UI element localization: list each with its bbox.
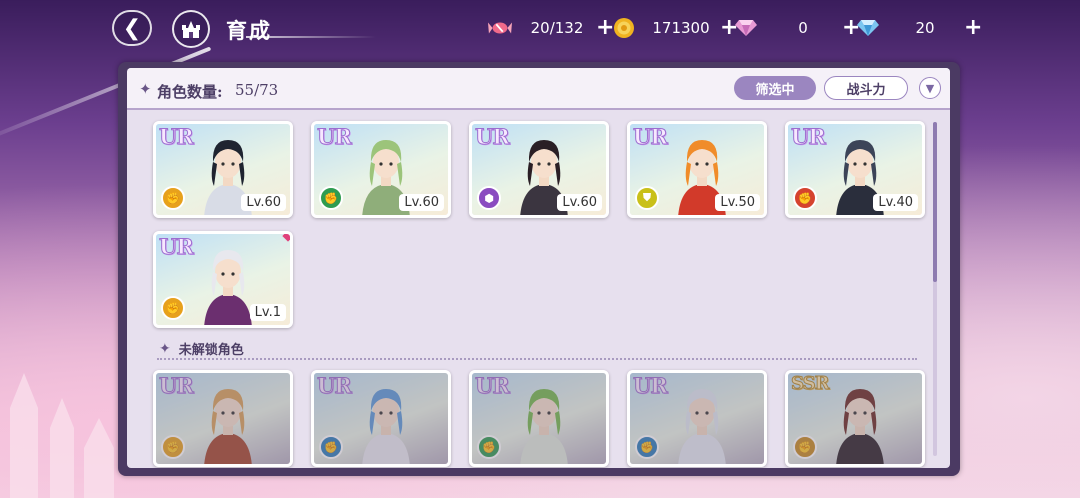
title-underline-decoration: [246, 36, 376, 38]
fist-role-icon: ✊: [319, 186, 343, 210]
level-badge: Lv.60: [399, 194, 444, 211]
filter-button[interactable]: 筛选中: [734, 76, 816, 100]
sparkle-icon: ✦: [139, 80, 152, 98]
locked-overlay: [630, 373, 764, 464]
rarity-badge: UR: [475, 124, 511, 150]
character-card[interactable]: UR ⛊ Lv.50: [627, 121, 767, 218]
gold-counter: 171300 +: [612, 16, 738, 40]
pink-diamond-icon: [734, 17, 758, 39]
level-badge: Lv.1: [249, 304, 286, 321]
locked-overlay: [156, 373, 290, 464]
dotted-divider: [157, 358, 917, 360]
character-count-label: 角色数量:: [157, 83, 223, 101]
castle-icon: [182, 21, 200, 38]
panel-header: ✦ 角色数量: 55/73 筛选中 战斗力 ▼: [127, 68, 950, 110]
back-arrow-icon: ❮: [122, 15, 142, 41]
level-badge: Lv.40: [873, 194, 918, 211]
gold-coin-icon: [612, 17, 636, 39]
locked-section-header: ✦ 未解锁角色: [159, 339, 244, 359]
home-button[interactable]: [172, 10, 210, 48]
locked-section-title: 未解锁角色: [178, 343, 244, 358]
character-count-value: 55/73: [235, 81, 279, 99]
locked-overlay: [314, 373, 448, 464]
locked-character-card[interactable]: UR ✊: [469, 370, 609, 467]
rarity-badge: UR: [159, 124, 195, 150]
sparkle-icon: ✦: [159, 340, 171, 357]
locked-character-card[interactable]: UR ✊: [627, 370, 767, 467]
stamina-value: 20/132: [530, 19, 584, 37]
character-card[interactable]: UR ⬢ Lv.60: [469, 121, 609, 218]
level-badge: Lv.50: [715, 194, 760, 211]
fist-role-icon: ✊: [793, 186, 817, 210]
top-bar: ❮ 育成 20/132 + 171300 + 0 + 20 +: [0, 0, 1080, 58]
gold-value: 171300: [652, 19, 710, 37]
blue-diamond-value: 20: [915, 19, 935, 37]
locked-character-card[interactable]: SSR ✊: [785, 370, 925, 467]
fist-role-icon: ✊: [161, 296, 185, 320]
character-card[interactable]: UR ✊ Lv.60: [311, 121, 451, 218]
character-card[interactable]: UR ✊ Lv.1: [153, 231, 293, 328]
rarity-badge: UR: [791, 124, 827, 150]
locked-character-card[interactable]: UR ✊: [153, 370, 293, 467]
pink-diamond-value: 0: [798, 19, 808, 37]
rarity-badge: UR: [633, 124, 669, 150]
stamina-counter: 20/132 +: [488, 16, 614, 40]
chevron-down-icon: ▼: [925, 81, 935, 95]
character-card[interactable]: UR ✊ Lv.40: [785, 121, 925, 218]
boot-role-icon: ⬢: [477, 186, 501, 210]
locked-overlay: [472, 373, 606, 464]
sort-order-button[interactable]: ▼: [919, 77, 941, 99]
candy-icon: [488, 17, 512, 39]
rarity-badge: UR: [317, 124, 353, 150]
locked-character-card[interactable]: UR ✊: [311, 370, 451, 467]
back-button[interactable]: ❮: [112, 10, 152, 46]
fist-role-icon: ✊: [161, 186, 185, 210]
level-badge: Lv.60: [557, 194, 602, 211]
castle-silhouette-decoration: [10, 373, 114, 498]
shield-role-icon: ⛊: [635, 186, 659, 210]
rarity-badge: UR: [159, 234, 195, 260]
pink-diamond-counter: 0 +: [734, 16, 860, 40]
page-title: 育成: [226, 18, 272, 43]
blue-diamond-counter: 20 +: [856, 16, 982, 40]
scrollbar-thumb[interactable]: [933, 122, 937, 282]
character-panel: ✦ 角色数量: 55/73 筛选中 战斗力 ▼ ✦ 未解锁角色 UR ✊ Lv.60…: [127, 68, 950, 468]
level-badge: Lv.60: [241, 194, 286, 211]
add-blue-diamond-button[interactable]: +: [964, 17, 982, 39]
sort-power-button[interactable]: 战斗力: [824, 76, 908, 100]
locked-overlay: [788, 373, 922, 464]
blue-diamond-icon: [856, 17, 880, 39]
character-card[interactable]: UR ✊ Lv.60: [153, 121, 293, 218]
